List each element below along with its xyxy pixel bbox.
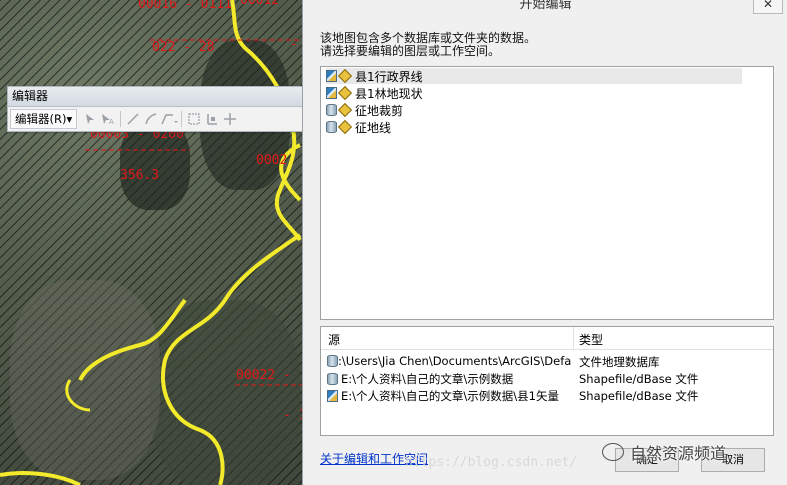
- layer-label: 征地裁剪: [355, 103, 404, 118]
- construction-tools-icon[interactable]: [160, 110, 179, 128]
- editor-toolbar-title[interactable]: 编辑器: [8, 87, 306, 107]
- table-row[interactable]: E:\个人资料\自己的文章\示例数据\县1矢量 Shapefile/dBase …: [321, 387, 773, 404]
- source-type: Shapefile/dBase 文件: [579, 372, 699, 386]
- table-row[interactable]: E:\个人资料\自己的文章\示例数据 Shapefile/dBase 文件: [321, 370, 773, 387]
- shapefile-icon: [327, 390, 338, 402]
- wechat-icon: [602, 443, 624, 461]
- geodatabase-icon: [327, 373, 338, 385]
- editor-toolbar-tools: 编辑器(R)▾ A: [8, 107, 306, 131]
- edit-tool-icon[interactable]: [81, 110, 99, 128]
- dialog-description: 请选择要编辑的图层或工作空间。: [320, 44, 501, 58]
- layer-list-item[interactable]: 县1林地现状: [326, 85, 423, 101]
- geodatabase-icon: [326, 121, 337, 133]
- source-path: C:\Users\Jia Chen\Documents\ArcGIS\Defa.…: [330, 354, 571, 368]
- boundary-lines: [0, 0, 302, 485]
- reshape-tool-icon[interactable]: [185, 110, 203, 128]
- editor-toolbar: 编辑器 编辑器(R)▾ A: [7, 86, 307, 132]
- rotate-tool-icon[interactable]: [221, 110, 239, 128]
- layer-symbol-icon: [337, 68, 353, 84]
- map-label: 022 - 28: [152, 40, 215, 55]
- source-path: E:\个人资料\自己的文章\示例数据: [341, 372, 514, 386]
- start-editing-dialog: 开始编辑 ✕ 该地图包含多个数据库或文件夹的数据。 请选择要编辑的图层或工作空间…: [302, 0, 787, 485]
- layer-list-item[interactable]: 县1行政界线: [326, 68, 742, 84]
- map-label: 356.3: [120, 168, 160, 183]
- table-header: 源 类型: [321, 327, 773, 350]
- brand-overlay: 自然资源频道: [602, 440, 726, 464]
- source-table[interactable]: 源 类型 C:\Users\Jia Chen\Documents\ArcGIS\…: [320, 326, 774, 436]
- map-view[interactable]: 00016 - 0111 00012 022 - 28 - 7 00003 - …: [0, 0, 302, 485]
- source-path: E:\个人资料\自己的文章\示例数据\县1矢量: [341, 389, 559, 403]
- close-button[interactable]: ✕: [753, 0, 783, 14]
- column-header-source[interactable]: 源: [328, 331, 340, 348]
- map-label: - 1: [283, 408, 302, 423]
- shapefile-icon: [326, 70, 337, 82]
- toolbar-separator: [181, 111, 183, 127]
- brand-text: 自然资源频道: [630, 444, 727, 463]
- dialog-title: 开始编辑: [303, 0, 787, 16]
- layer-label: 征地线: [355, 120, 392, 135]
- geodatabase-icon: [326, 104, 337, 116]
- map-label: 00022 -: [236, 368, 291, 383]
- column-header-type[interactable]: 类型: [579, 331, 603, 348]
- straight-segment-icon[interactable]: [124, 110, 142, 128]
- table-row[interactable]: C:\Users\Jia Chen\Documents\ArcGIS\Defa.…: [321, 353, 773, 370]
- source-type: Shapefile/dBase 文件: [579, 389, 699, 403]
- layer-list-item[interactable]: 征地裁剪: [326, 102, 403, 118]
- layer-list-item[interactable]: 征地线: [326, 119, 391, 135]
- shapefile-icon: [326, 87, 337, 99]
- toolbar-separator: [120, 111, 122, 127]
- layer-label: 县1行政界线: [355, 69, 423, 84]
- layer-list[interactable]: 县1行政界线 县1林地现状 征地裁剪 征地线: [320, 66, 774, 320]
- editor-menu-button[interactable]: 编辑器(R)▾: [10, 109, 78, 129]
- split-tool-icon[interactable]: [203, 110, 221, 128]
- map-label: 0002: [256, 153, 288, 168]
- layer-symbol-icon: [337, 85, 353, 101]
- layer-symbol-icon: [337, 119, 353, 135]
- layer-label: 县1林地现状: [355, 86, 423, 101]
- map-label: 00012: [240, 0, 280, 8]
- curve-segment-icon[interactable]: [142, 110, 160, 128]
- edit-annotation-tool-icon[interactable]: A: [99, 110, 117, 128]
- map-label: 00016 - 0111: [138, 0, 232, 12]
- layer-symbol-icon: [337, 102, 353, 118]
- dialog-description: 该地图包含多个数据库或文件夹的数据。: [320, 31, 537, 45]
- watermark-text: https://blog.csdn.net/: [405, 455, 578, 470]
- source-type: 文件地理数据库: [579, 355, 660, 369]
- svg-text:A: A: [109, 118, 114, 125]
- map-label: - 7: [290, 37, 302, 52]
- column-divider[interactable]: [573, 327, 574, 349]
